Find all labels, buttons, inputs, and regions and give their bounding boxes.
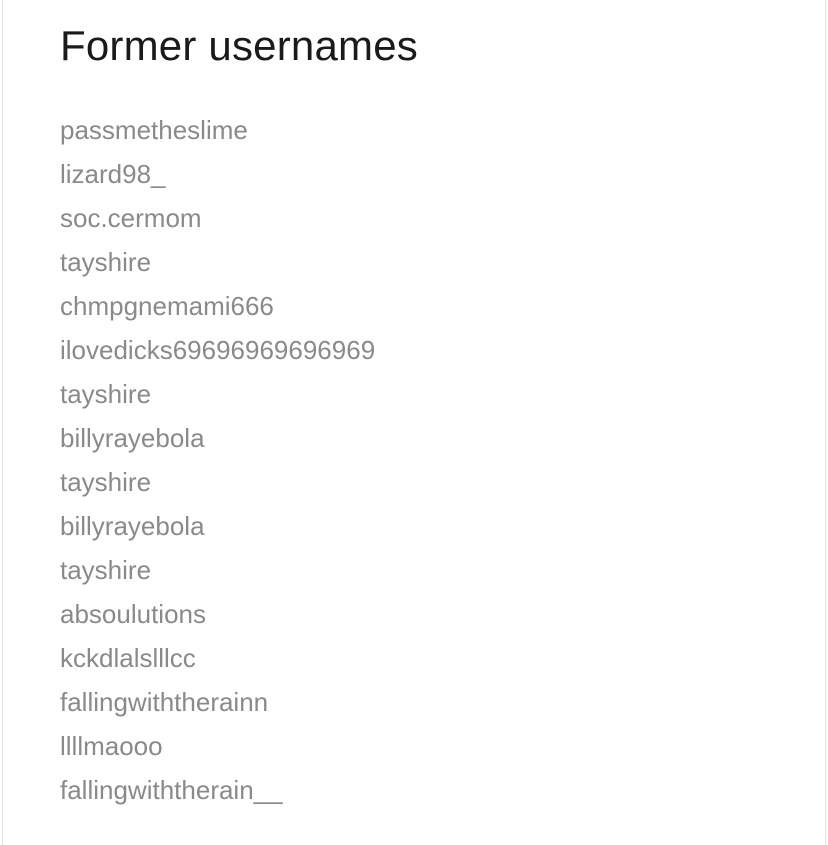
username-item: billyrayebola bbox=[60, 511, 205, 541]
username-item: tayshire bbox=[60, 555, 152, 585]
username-item: fallingwiththerain__ bbox=[60, 775, 283, 805]
username-item: tayshire bbox=[60, 379, 152, 409]
username-item: tayshire bbox=[60, 247, 152, 277]
username-item: passmetheslime bbox=[60, 115, 248, 145]
username-item: kckdlalslllcc bbox=[60, 643, 196, 673]
section-title: Former usernames bbox=[60, 22, 418, 69]
username-item: llllmaooo bbox=[60, 731, 163, 761]
username-item: ilovedicks69696969696969 bbox=[60, 335, 376, 365]
username-item: billyrayebola bbox=[60, 423, 205, 453]
username-item: fallingwiththerainn bbox=[60, 687, 269, 717]
username-item: lizard98_ bbox=[60, 159, 166, 189]
username-item: soc.cermom bbox=[60, 203, 202, 233]
username-item: absoulutions bbox=[60, 599, 206, 629]
username-list: passmetheslime lizard98_ soc.cermom tays… bbox=[60, 108, 375, 812]
username-item: tayshire bbox=[60, 467, 152, 497]
username-item: chmpgnemami666 bbox=[60, 291, 274, 321]
former-usernames-panel: Former usernames passmetheslime lizard98… bbox=[2, 0, 826, 845]
